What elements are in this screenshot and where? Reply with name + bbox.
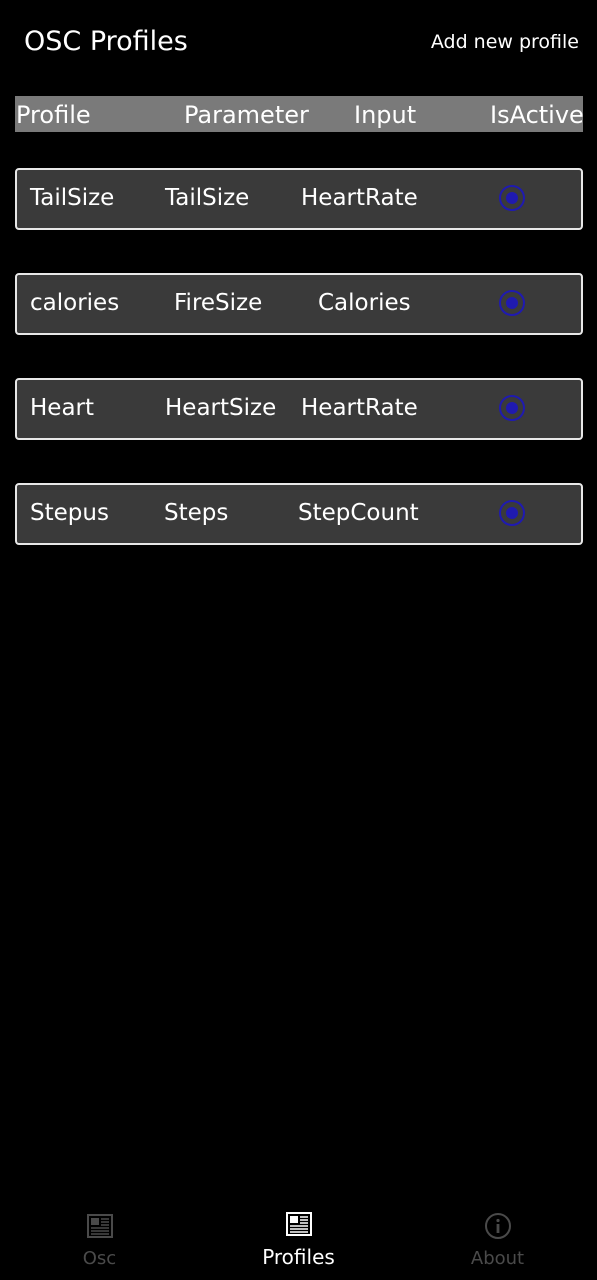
- profile-parameter: Steps: [164, 500, 229, 526]
- news-icon: [86, 1214, 113, 1238]
- profile-name: Stepus: [30, 500, 109, 526]
- profile-parameter: HeartSize: [165, 395, 277, 421]
- top-bar: OSC Profiles Add new profile: [0, 0, 597, 84]
- nav-tab-profiles[interactable]: Profiles: [199, 1200, 398, 1280]
- profile-parameter: TailSize: [165, 185, 250, 211]
- is-active-radio[interactable]: [499, 395, 525, 421]
- info-icon: [484, 1213, 511, 1239]
- nav-tab-about[interactable]: About: [398, 1200, 597, 1280]
- profile-name: calories: [30, 290, 120, 316]
- profile-input: StepCount: [298, 500, 419, 526]
- app-root: OSC Profiles Add new profile Profile Par…: [0, 0, 597, 1280]
- profile-name: TailSize: [30, 185, 115, 211]
- page-title: OSC Profiles: [24, 26, 188, 57]
- profile-input: HeartRate: [301, 395, 418, 421]
- is-active-radio[interactable]: [499, 290, 525, 316]
- column-header-isactive: IsActive: [490, 101, 584, 129]
- nav-tab-osc[interactable]: Osc: [0, 1200, 199, 1280]
- nav-tab-label: About: [470, 1248, 525, 1269]
- is-active-radio[interactable]: [499, 500, 525, 526]
- bottom-navigation: Osc Profiles About: [0, 1200, 597, 1280]
- profile-name: Heart: [30, 395, 95, 421]
- column-header-input: Input: [354, 101, 417, 129]
- profile-parameter: FireSize: [174, 290, 263, 316]
- column-header-parameter: Parameter: [184, 101, 309, 129]
- profile-row[interactable]: calories FireSize Calories: [15, 273, 583, 335]
- nav-tab-label: Osc: [82, 1248, 117, 1269]
- profile-input: HeartRate: [301, 185, 418, 211]
- nav-tab-label: Profiles: [262, 1245, 335, 1269]
- column-header-bar: Profile Parameter Input IsActive: [15, 96, 584, 132]
- is-active-radio[interactable]: [499, 185, 525, 211]
- profile-row[interactable]: TailSize TailSize HeartRate: [15, 168, 583, 230]
- column-header-profile: Profile: [16, 101, 91, 129]
- profile-row[interactable]: Heart HeartSize HeartRate: [15, 378, 583, 440]
- profile-row[interactable]: Stepus Steps StepCount: [15, 483, 583, 545]
- add-new-profile-button[interactable]: Add new profile: [431, 28, 579, 56]
- profile-input: Calories: [318, 290, 411, 316]
- news-icon: [285, 1212, 312, 1236]
